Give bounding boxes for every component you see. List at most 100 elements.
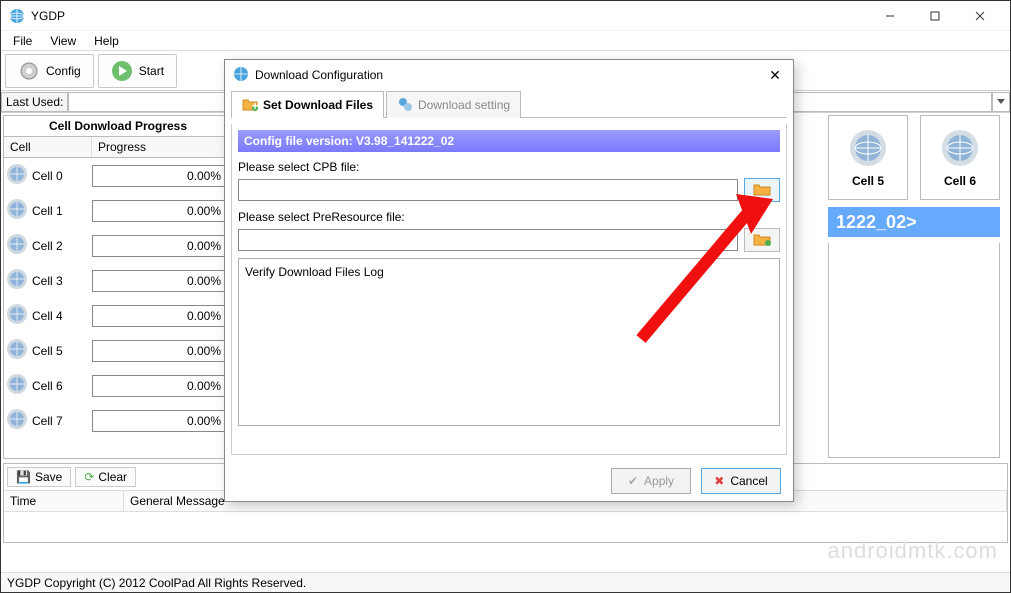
cell-name: Cell 7 — [32, 414, 63, 428]
progress-value: 0.00% — [92, 340, 228, 362]
progress-panel-title: Cell Donwload Progress — [4, 116, 232, 137]
dialog-titlebar: Download Configuration ✕ — [225, 60, 793, 90]
cell-name: Cell 0 — [32, 169, 63, 183]
preresource-input[interactable] — [238, 229, 738, 251]
folder-icon — [753, 232, 771, 249]
globe-icon — [6, 268, 28, 293]
table-row: Cell 0 0.00% — [4, 158, 232, 193]
cell-name: Cell 6 — [32, 379, 63, 393]
progress-value: 0.00% — [92, 410, 228, 432]
cell-name: Cell 5 — [32, 344, 63, 358]
progress-value: 0.00% — [92, 200, 228, 222]
dialog-body: Config file version: V3.98_141222_02 Ple… — [231, 124, 787, 455]
cell-name: Cell 2 — [32, 239, 63, 253]
progress-header: Cell Progress — [4, 137, 232, 158]
footer: YGDP Copyright (C) 2012 CoolPad All Righ… — [1, 572, 1010, 592]
globe-icon — [6, 408, 28, 433]
gear-icon — [18, 60, 40, 82]
save-button[interactable]: 💾 Save — [7, 467, 71, 487]
titlebar: YGDP — [1, 1, 1010, 31]
progress-value: 0.00% — [92, 375, 228, 397]
dialog-tabs: + Set Download Files Download setting — [231, 90, 787, 118]
version-strip: 1222_02> — [828, 207, 1000, 237]
progress-value: 0.00% — [92, 305, 228, 327]
window-controls — [867, 2, 1002, 30]
cell-name: Cell 1 — [32, 204, 63, 218]
cell-name: Cell 4 — [32, 309, 63, 323]
cell-name: Cell 3 — [32, 274, 63, 288]
cell-label: Cell 5 — [852, 174, 884, 188]
menu-view[interactable]: View — [42, 32, 84, 50]
col-cell: Cell — [4, 137, 92, 157]
save-label: Save — [35, 470, 62, 484]
check-icon: ✔ — [628, 474, 638, 488]
svg-text:+: + — [251, 99, 258, 111]
minimize-button[interactable] — [867, 2, 912, 30]
refresh-icon: ⟳ — [84, 470, 94, 484]
table-row: Cell 3 0.00% — [4, 263, 232, 298]
folder-icon: + — [242, 97, 258, 114]
progress-value: 0.00% — [92, 270, 228, 292]
close-button[interactable] — [957, 2, 1002, 30]
cell-card-5[interactable]: Cell 5 — [828, 115, 908, 200]
cpb-field: Please select CPB file: — [238, 160, 780, 202]
dialog-title: Download Configuration — [255, 68, 759, 82]
start-label: Start — [139, 64, 164, 78]
globe-icon — [6, 303, 28, 328]
start-button[interactable]: Start — [98, 54, 177, 88]
play-icon — [111, 60, 133, 82]
table-row: Cell 5 0.00% — [4, 333, 232, 368]
apply-label: Apply — [644, 474, 674, 488]
globe-icon — [6, 233, 28, 258]
cancel-button[interactable]: ✖ Cancel — [701, 468, 781, 494]
app-icon — [233, 66, 249, 85]
app-icon — [9, 8, 25, 24]
apply-button[interactable]: ✔ Apply — [611, 468, 691, 494]
tab-download-setting[interactable]: Download setting — [386, 91, 521, 118]
menu-file[interactable]: File — [5, 32, 40, 50]
cell-card-6[interactable]: Cell 6 — [920, 115, 1000, 200]
log-body — [4, 512, 1007, 542]
download-config-dialog: Download Configuration ✕ + Set Download … — [224, 59, 794, 502]
preresource-label: Please select PreResource file: — [238, 210, 780, 224]
last-used-label: Last Used: — [1, 92, 68, 112]
clear-button[interactable]: ⟳ Clear — [75, 467, 136, 487]
cpb-browse-button[interactable] — [744, 178, 780, 202]
table-row: Cell 6 0.00% — [4, 368, 232, 403]
progress-value: 0.00% — [92, 235, 228, 257]
config-version-bar: Config file version: V3.98_141222_02 — [238, 130, 780, 152]
last-used-dropdown[interactable] — [992, 92, 1010, 112]
preresource-browse-button[interactable] — [744, 228, 780, 252]
progress-value: 0.00% — [92, 165, 228, 187]
config-button[interactable]: Config — [5, 54, 94, 88]
save-icon: 💾 — [16, 470, 31, 484]
cancel-label: Cancel — [730, 474, 767, 488]
right-empty-panel — [828, 243, 1000, 458]
dialog-close-button[interactable]: ✕ — [765, 65, 785, 85]
cells-row: Cell 5 Cell 6 — [828, 115, 1000, 200]
progress-panel: Cell Donwload Progress Cell Progress Cel… — [3, 115, 233, 459]
maximize-button[interactable] — [912, 2, 957, 30]
tab-set-download-files[interactable]: + Set Download Files — [231, 91, 384, 118]
tab-label: Set Download Files — [263, 98, 373, 112]
table-row: Cell 7 0.00% — [4, 403, 232, 438]
globe-icon — [6, 163, 28, 188]
copyright: YGDP Copyright (C) 2012 CoolPad All Righ… — [7, 576, 306, 590]
cell-label: Cell 6 — [944, 174, 976, 188]
folder-icon — [753, 182, 771, 199]
gear-icon — [397, 96, 413, 115]
cpb-input[interactable] — [238, 179, 738, 201]
tab-label: Download setting — [418, 98, 510, 112]
col-time: Time — [4, 491, 124, 511]
verify-log-label: Verify Download Files Log — [245, 265, 384, 279]
close-icon: ✖ — [714, 474, 724, 488]
preresource-field: Please select PreResource file: — [238, 210, 780, 252]
globe-icon — [6, 373, 28, 398]
dialog-footer: ✔ Apply ✖ Cancel — [225, 461, 793, 501]
window-title: YGDP — [31, 9, 867, 23]
menu-help[interactable]: Help — [86, 32, 127, 50]
table-row: Cell 1 0.00% — [4, 193, 232, 228]
table-row: Cell 4 0.00% — [4, 298, 232, 333]
globe-icon — [940, 128, 980, 168]
clear-label: Clear — [98, 470, 127, 484]
